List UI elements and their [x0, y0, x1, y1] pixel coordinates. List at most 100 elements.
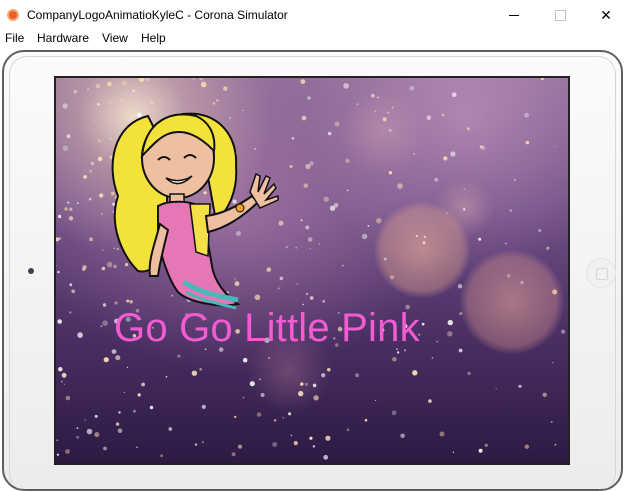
menu-hardware[interactable]: Hardware — [37, 31, 89, 45]
glitter-dot — [388, 171, 393, 175]
glitter-dot — [290, 434, 293, 437]
close-button[interactable]: ✕ — [583, 0, 629, 30]
glitter-dot — [467, 371, 471, 376]
glitter-dot — [325, 435, 331, 441]
glitter-dot — [400, 433, 405, 439]
home-button-icon — [596, 268, 608, 280]
glitter-dot — [307, 96, 311, 100]
glitter-dot — [452, 451, 455, 453]
glitter-dot — [201, 404, 206, 409]
glitter-dot — [391, 106, 394, 109]
glitter-dot — [466, 127, 470, 131]
glitter-dot — [392, 357, 397, 362]
glitter-dot — [84, 419, 86, 421]
glitter-dot — [346, 189, 349, 192]
glitter-dot — [309, 296, 314, 300]
glitter-dot — [436, 340, 439, 343]
glitter-dot — [459, 312, 463, 316]
glitter-dot — [231, 452, 236, 457]
glitter-dot — [115, 355, 121, 361]
window-title: CompanyLogoAnimatioKyleC - Corona Simula… — [27, 8, 288, 22]
glitter-dot — [132, 89, 136, 93]
glitter-dot — [312, 445, 316, 448]
glitter-dot — [57, 270, 60, 274]
maximize-button[interactable] — [537, 0, 583, 30]
glitter-dot — [552, 289, 558, 295]
glitter-dot — [56, 453, 59, 456]
glitter-dot — [446, 212, 448, 215]
glitter-dot — [518, 384, 522, 388]
glitter-dot — [200, 81, 207, 88]
glitter-dot — [554, 443, 557, 446]
glitter-dot — [293, 441, 298, 446]
glitter-dot — [422, 241, 426, 245]
glitter-dot — [480, 145, 486, 151]
menu-bar: File Hardware View Help — [0, 30, 629, 47]
glitter-dot — [56, 265, 57, 267]
glitter-dot — [346, 428, 350, 432]
glitter-dot — [65, 449, 70, 454]
glitter-dot — [73, 90, 77, 94]
glitter-dot — [68, 216, 74, 221]
glitter-dot — [141, 382, 145, 387]
glitter-dot — [451, 92, 457, 97]
glitter-dot — [458, 348, 463, 353]
glitter-dot — [103, 357, 109, 363]
glitter-dot — [478, 237, 482, 241]
glitter-dot — [285, 246, 288, 249]
glitter-dot — [76, 202, 79, 205]
glitter-dot — [61, 372, 67, 378]
glitter-dot — [191, 370, 198, 376]
glitter-dot — [300, 382, 304, 386]
home-button[interactable] — [586, 258, 616, 288]
app-headline: Go Go Little Pink — [114, 306, 420, 350]
glitter-dot — [322, 300, 326, 303]
glitter-dot — [364, 418, 368, 422]
glitter-dot — [61, 380, 63, 383]
glitter-dot — [267, 356, 271, 360]
glitter-dot — [126, 366, 129, 368]
glitter-dot — [288, 412, 292, 416]
glitter-dot — [396, 351, 400, 354]
glitter-dot — [69, 283, 73, 287]
glitter-dot — [525, 140, 530, 145]
glitter-dot — [345, 158, 350, 163]
glitter-dot — [307, 237, 313, 242]
minimize-button[interactable] — [491, 0, 537, 30]
glitter-dot — [298, 390, 304, 397]
glitter-dot — [415, 234, 418, 237]
glitter-dot — [495, 388, 497, 390]
glitter-dot — [304, 382, 309, 386]
glitter-dot — [428, 399, 432, 403]
glitter-dot — [199, 78, 204, 81]
glitter-dot — [165, 375, 168, 378]
menu-view[interactable]: View — [102, 31, 128, 45]
glitter-dot — [484, 443, 488, 447]
glitter-dot — [554, 145, 556, 147]
glitter-dot — [122, 80, 127, 86]
glitter-dot — [107, 81, 112, 87]
glitter-dot — [370, 93, 375, 98]
glitter-dot — [321, 373, 326, 378]
glitter-dot — [323, 196, 329, 202]
glitter-dot — [102, 320, 108, 326]
glitter-dot — [58, 367, 63, 372]
glitter-dot — [542, 392, 547, 397]
glitter-dot — [313, 395, 319, 401]
glitter-dot — [149, 405, 154, 410]
glitter-dot — [538, 229, 542, 233]
glitter-dot — [561, 329, 566, 334]
glitter-dot — [423, 235, 427, 239]
camera-dot-icon — [28, 268, 34, 274]
glitter-dot — [295, 246, 298, 249]
app-screen[interactable]: Go Go Little Pink — [54, 76, 570, 465]
glitter-dot — [63, 383, 66, 386]
glitter-dot — [300, 79, 306, 84]
minimize-icon — [509, 14, 519, 16]
menu-help[interactable]: Help — [141, 31, 166, 45]
menu-file[interactable]: File — [5, 31, 24, 45]
glitter-dot — [237, 444, 243, 449]
glitter-dot — [87, 88, 90, 91]
glitter-dot — [431, 357, 434, 359]
glitter-dot — [123, 391, 125, 393]
